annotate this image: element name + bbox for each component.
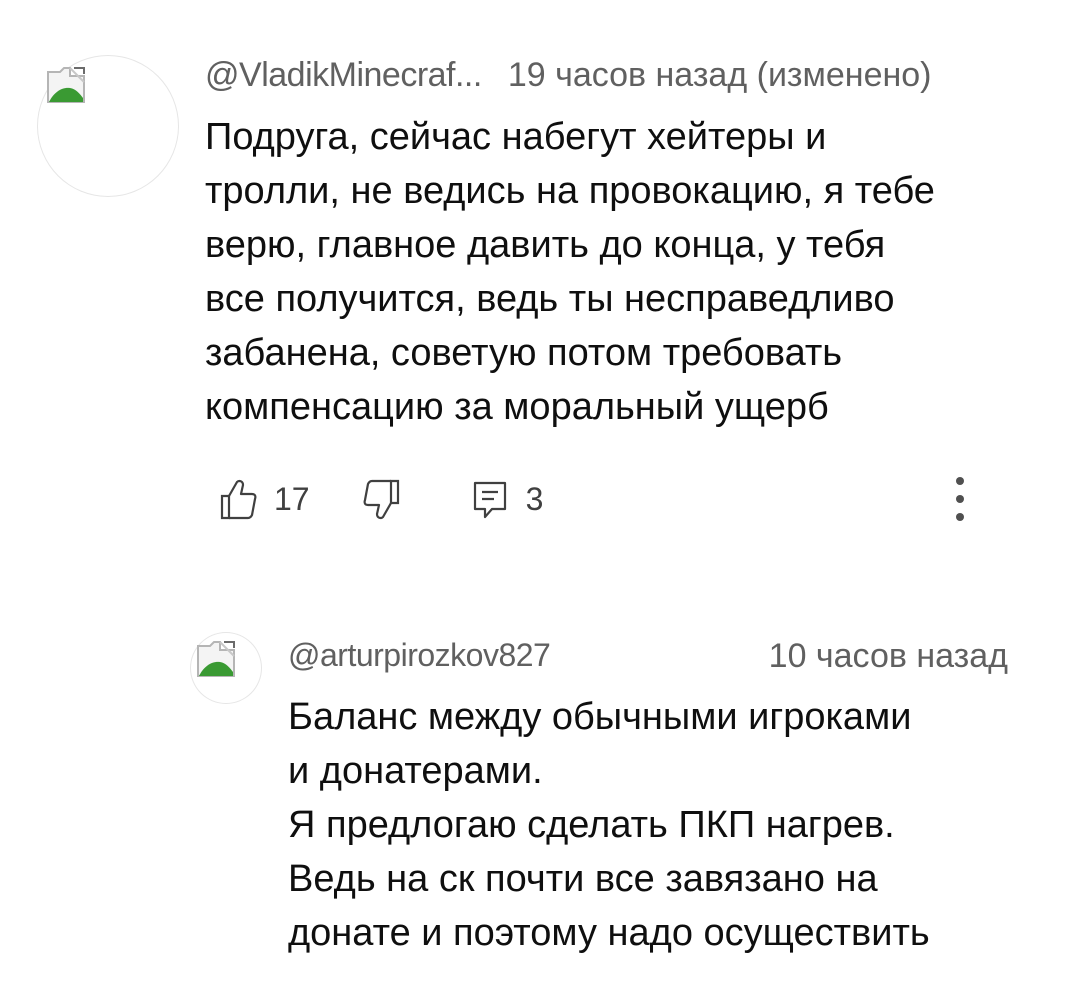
comment-text: Баланс между обычными игроками и донатер…	[288, 690, 1048, 960]
comment-text-line: верю, главное давить до конца, у тебя	[205, 224, 886, 266]
thumb-up-icon[interactable]	[218, 477, 258, 521]
broken-image-icon	[197, 641, 235, 677]
comment-actions: 17 3	[218, 472, 543, 526]
reply-icon[interactable]	[470, 477, 510, 521]
comment-author[interactable]: @VladikMinecraf...	[205, 56, 482, 94]
comment-text: Подруга, сейчас набегут хейтеры и тролли…	[205, 110, 1045, 434]
comment-text-line: компенсацию за моральный ущерб	[205, 386, 829, 428]
comment-text-line: Подруга, сейчас набегут хейтеры и	[205, 116, 827, 158]
comment-time: 10 часов назад	[768, 637, 1008, 675]
like-count: 17	[274, 480, 310, 517]
comment-text-line: и донатерами.	[288, 750, 543, 792]
comment-time: 19 часов назад (изменено)	[507, 56, 932, 94]
comment-text-line: тролли, не ведись на провокацию, я тебе	[205, 170, 935, 212]
thumb-down-icon[interactable]	[362, 477, 402, 521]
comment-text-line: Ведь на ск почти все завязано на	[288, 858, 878, 900]
more-vert-icon[interactable]	[945, 472, 975, 528]
comment-author[interactable]: @arturpirozkov827	[288, 637, 551, 674]
broken-image-icon	[47, 67, 85, 103]
comment-text-line: все получится, ведь ты несправедливо	[205, 278, 895, 320]
comment-2: @arturpirozkov827 10 часов назад Баланс …	[0, 600, 1080, 986]
comment-text-line: забанена, советую потом требовать	[205, 332, 843, 374]
comment-meta: @VladikMinecraf... 19 часов назад (измене…	[205, 56, 932, 95]
reply-count[interactable]: 3	[526, 481, 544, 518]
comment-text-line: донате и поэтому надо осуществить	[288, 912, 930, 954]
comment-1: @VladikMinecraf... 19 часов назад (измене…	[0, 0, 1080, 560]
comment-text-line: Я предлогаю сделать ПКП нагрев.	[288, 804, 895, 846]
comment-text-line: Баланс между обычными игроками	[288, 696, 912, 738]
